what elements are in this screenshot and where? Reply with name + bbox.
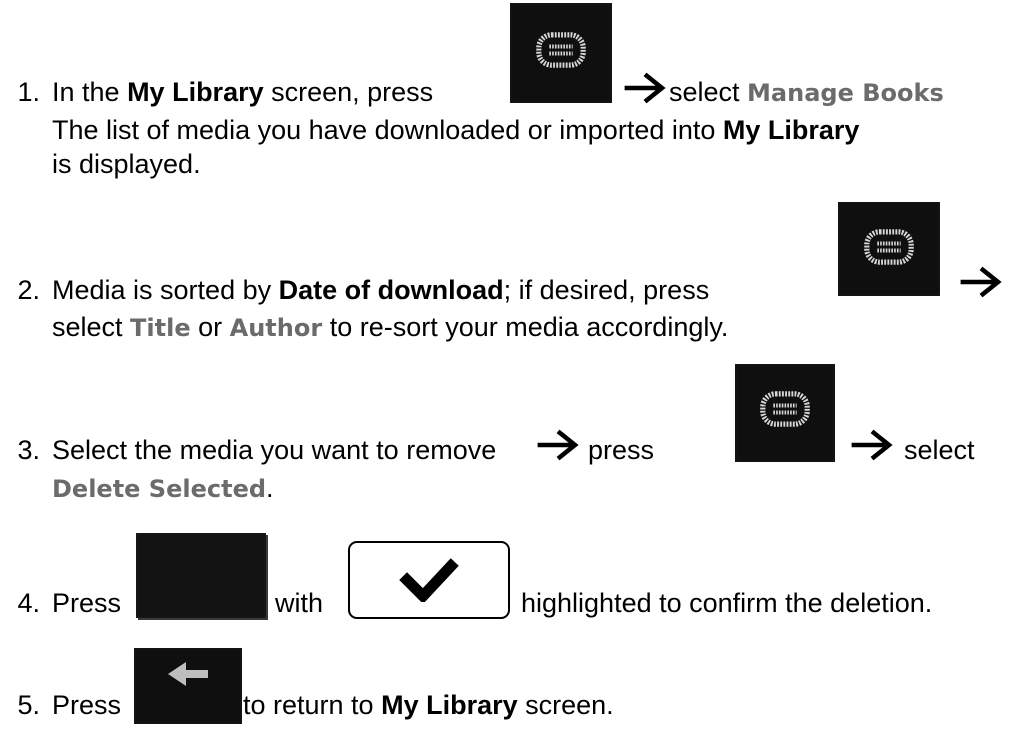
delete-selected-option: Delete Selected [52,475,267,503]
step-4-line-1: 4. Press [0,585,121,621]
step-number: 3. [17,435,40,465]
step-number: 2. [17,275,40,305]
step-number: 4. [17,588,40,618]
step-2-line-2: select Title or Author to re-sort your m… [0,309,728,345]
step-text: to re-sort your media accordingly. [322,312,729,342]
step-text: ; if desired, press [503,275,710,305]
step-1-line-1-end: select Manage Books [669,74,944,110]
step-4-with: with [275,585,323,621]
step-1-line-2: The list of media you have downloaded or… [0,112,859,148]
menu-key-icon [510,3,612,103]
step-text: . [266,473,274,503]
step-text: Select the media you want to remove [52,435,497,465]
right-arrow-icon [849,428,895,462]
step-3-line-2: Delete Selected. [0,470,274,506]
step-3-line-1: 3. Select the media you want to remove [0,432,496,468]
step-4-end: highlighted to confirm the deletion. [521,585,932,621]
step-5-line-1: 5. Press [0,687,121,723]
step-text: Press [52,588,122,618]
manage-books-option: Manage Books [747,79,944,107]
menu-key-icon [838,202,940,296]
step-1-line-1: 1. In the My Library screen, press [0,74,433,110]
step-text: Press [52,690,122,720]
right-arrow-icon [958,265,1004,299]
step-number: 1. [17,77,40,107]
step-text: is displayed. [52,149,201,179]
step-3-press: press [588,432,654,468]
step-text: select [669,77,748,107]
back-key-icon [134,648,242,724]
right-arrow-icon [535,428,581,462]
step-text: with [275,588,324,618]
step-text: Media is sorted by [52,275,279,305]
step-2-line-1: 2. Media is sorted by Date of download; i… [0,272,709,308]
confirm-key-icon [136,533,266,618]
step-text: or [190,312,230,342]
date-label: Date of download [278,275,504,305]
step-text: screen, press [263,77,434,107]
step-text: highlighted to confirm the deletion. [521,588,933,618]
title-option: Title [130,314,191,342]
step-text: In the [52,77,128,107]
library-label: My Library [127,77,264,107]
step-text: to return to [243,690,382,720]
checkmark-icon [399,558,459,602]
step-text: select [52,312,131,342]
menu-key-icon [735,364,835,462]
author-option: Author [229,314,323,342]
step-text: press [588,435,655,465]
step-5-end: to return to My Library screen. [243,687,614,723]
step-number: 5. [17,690,40,720]
library-label: My Library [722,115,860,145]
step-3-select: select [904,432,975,468]
step-text: screen. [517,690,614,720]
right-arrow-icon [622,71,668,105]
step-text: The list of media you have downloaded or… [52,115,723,145]
checkmark-button [348,541,510,619]
step-text: select [904,435,975,465]
step-1-line-3: is displayed. [0,146,201,182]
library-label: My Library [381,690,518,720]
